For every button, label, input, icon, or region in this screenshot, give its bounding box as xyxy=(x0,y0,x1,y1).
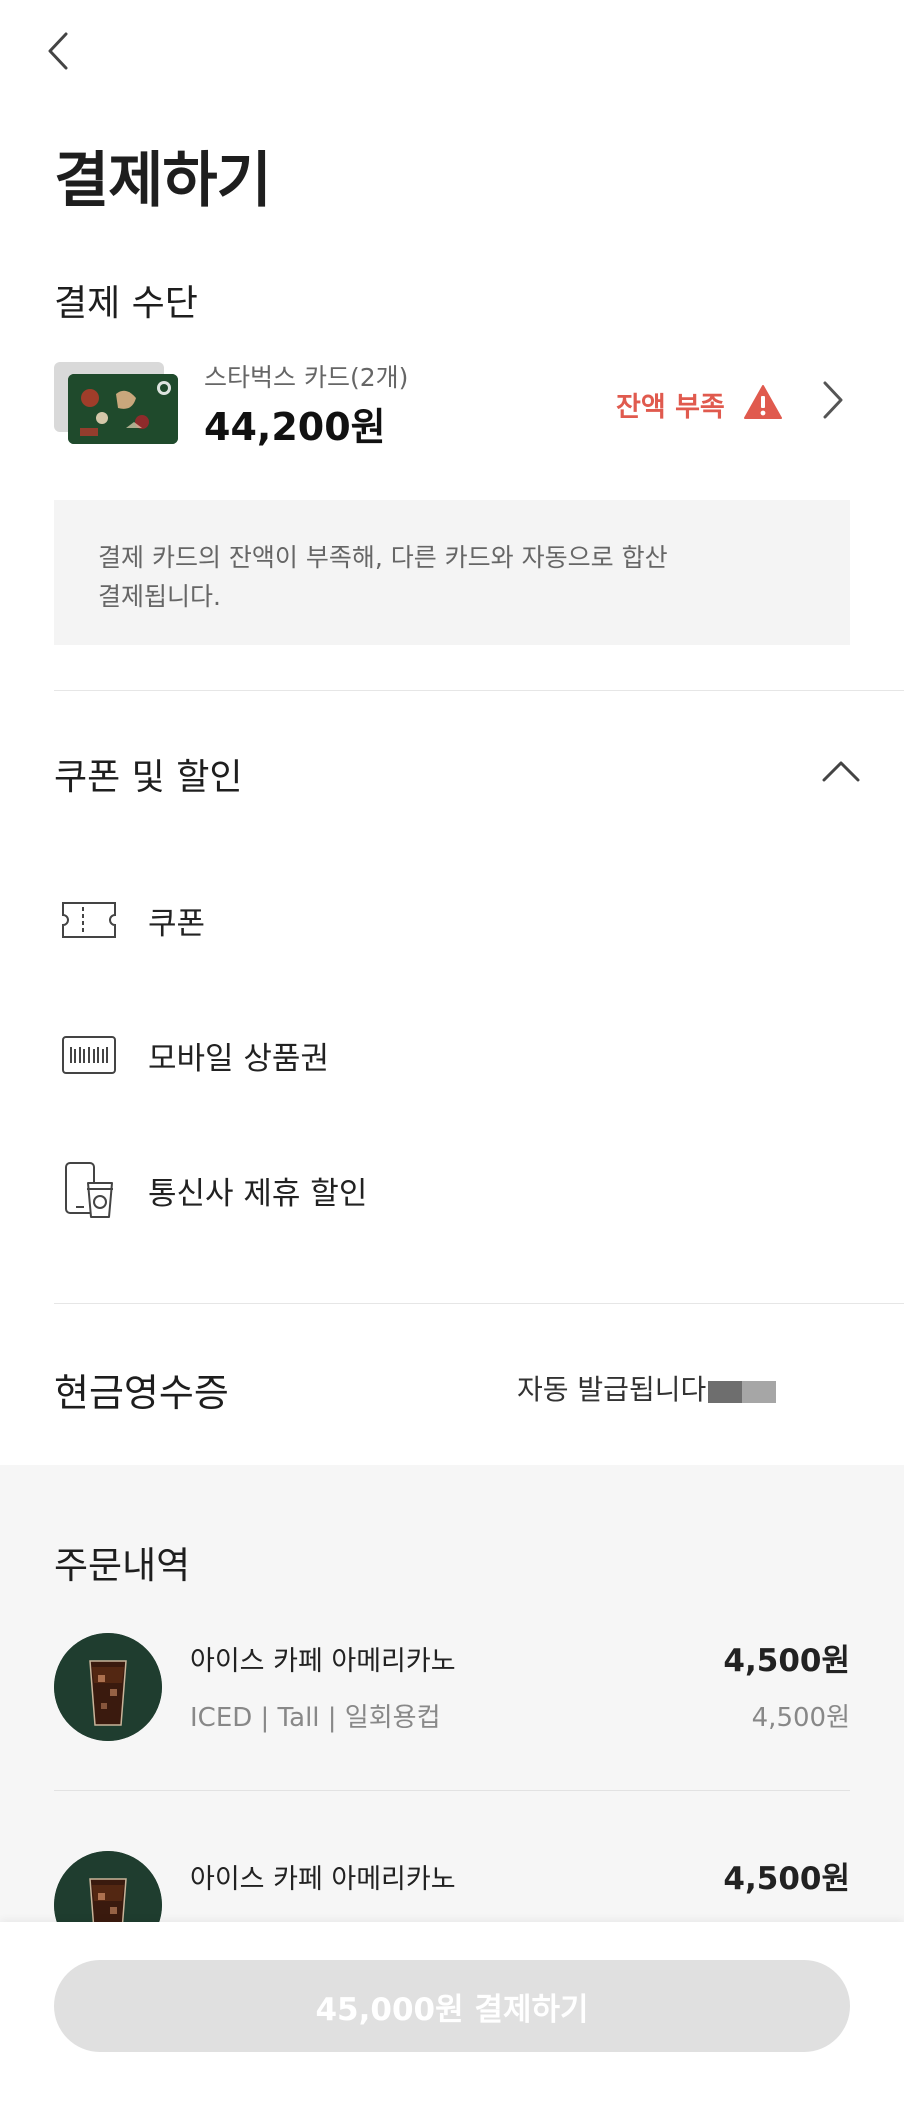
pay-button[interactable]: 45,000원 결제하기 xyxy=(54,1960,850,2052)
order-item-name: 아이스 카페 아메리카노 xyxy=(190,1646,456,1677)
card-thumbnail xyxy=(68,374,178,444)
iced-americano-image xyxy=(54,1633,162,1741)
payment-method-heading: 결제 수단 xyxy=(54,283,198,324)
order-item-unit-price: 4,500원 xyxy=(751,1703,850,1733)
order-item-price: 4,500원 xyxy=(723,1643,850,1679)
order-item-name: 아이스 카페 아메리카노 xyxy=(190,1864,456,1895)
order-item-options: ICED | Tall | 일회용컵 xyxy=(190,1703,441,1733)
mobile-gift-card-label: 모바일 상품권 xyxy=(148,1040,329,1077)
mobile-gift-card-item[interactable]: 모바일 상품권 xyxy=(60,1026,329,1084)
page-title: 결제하기 xyxy=(54,146,272,216)
coupon-item[interactable]: 쿠폰 xyxy=(60,891,205,949)
chevron-right-icon xyxy=(822,380,844,424)
barcode-icon xyxy=(60,1026,118,1084)
coupon-label: 쿠폰 xyxy=(148,905,206,942)
notice-line: 결제 카드의 잔액이 부족해, 다른 카드와 자동으로 합산 xyxy=(98,543,668,572)
balance-notice: 결제 카드의 잔액이 부족해, 다른 카드와 자동으로 합산 결제됩니다. xyxy=(54,500,850,645)
card-name: 스타벅스 카드(2개) xyxy=(204,363,409,392)
chevron-up-icon xyxy=(821,759,861,787)
order-item: 아이스 카페 아메리카노 4,500원 ICED | Tall | 일회용컵 4… xyxy=(54,1633,850,1743)
order-divider xyxy=(54,1790,850,1791)
balance-warning-text: 잔액 부족 xyxy=(616,391,725,423)
payment-card-selector[interactable]: 스타벅스 카드(2개) 44,200원 잔액 부족 xyxy=(54,358,850,458)
cash-receipt-status[interactable]: 자동 발급됩니다 xyxy=(517,1368,777,1408)
collapse-button[interactable] xyxy=(820,758,862,788)
cash-receipt-label: 현금영수증 xyxy=(54,1371,229,1415)
notice-line: 결제됩니다. xyxy=(98,582,221,611)
carrier-discount-item[interactable]: 통신사 제휴 할인 xyxy=(60,1161,367,1219)
phone-cup-icon xyxy=(60,1161,118,1219)
ticket-icon xyxy=(60,891,118,949)
order-heading: 주문내역 xyxy=(54,1544,191,1587)
back-button[interactable] xyxy=(38,30,78,76)
section-divider xyxy=(54,1303,904,1304)
cash-receipt-status-text: 자동 발급됩니다 xyxy=(517,1373,707,1406)
coupon-discount-heading: 쿠폰 및 할인 xyxy=(54,757,243,798)
order-item-price: 4,500원 xyxy=(723,1861,850,1897)
card-balance: 44,200원 xyxy=(204,405,386,449)
warning-triangle-icon xyxy=(743,384,783,424)
balance-warning: 잔액 부족 xyxy=(616,384,783,424)
bottom-bar: 45,000원 결제하기 xyxy=(0,1922,904,2123)
redacted-block xyxy=(708,1377,777,1403)
carrier-discount-label: 통신사 제휴 할인 xyxy=(148,1175,368,1212)
section-divider xyxy=(54,690,904,691)
chevron-left-icon xyxy=(47,31,69,75)
